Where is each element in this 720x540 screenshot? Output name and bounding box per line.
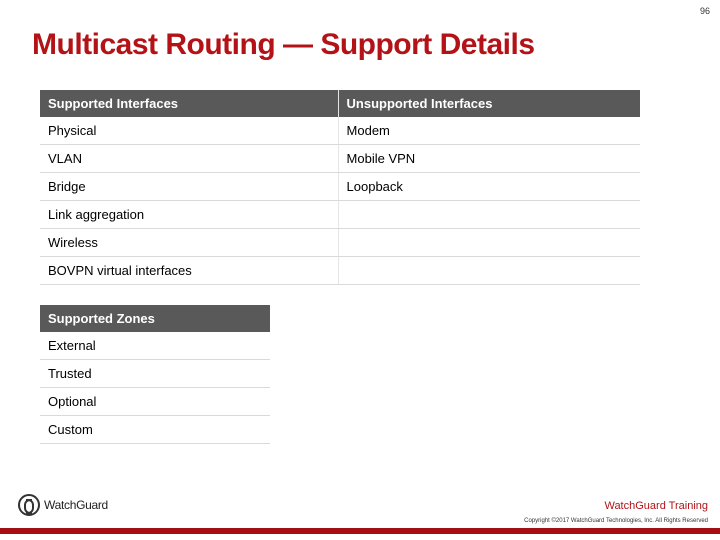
page-title: Multicast Routing — Support Details	[32, 28, 535, 62]
cell	[338, 257, 640, 285]
table-row: Bridge Loopback	[40, 173, 640, 201]
logo: WatchGuard	[18, 494, 108, 516]
cell: Link aggregation	[40, 201, 338, 229]
cell: Wireless	[40, 229, 338, 257]
col-header-zones: Supported Zones	[40, 305, 270, 332]
page-number: 96	[700, 6, 710, 16]
cell: Bridge	[40, 173, 338, 201]
table-row: Link aggregation	[40, 201, 640, 229]
interfaces-table: Supported Interfaces Unsupported Interfa…	[40, 90, 640, 285]
cell	[338, 229, 640, 257]
table-header-row: Supported Interfaces Unsupported Interfa…	[40, 90, 640, 117]
table-header-row: Supported Zones	[40, 305, 270, 332]
cell: VLAN	[40, 145, 338, 173]
col-header-supported: Supported Interfaces	[40, 90, 338, 117]
zones-table: Supported Zones External Trusted Optiona…	[40, 305, 270, 444]
cell: Custom	[40, 416, 270, 444]
cell: Optional	[40, 388, 270, 416]
table-row: BOVPN virtual interfaces	[40, 257, 640, 285]
table-row: Trusted	[40, 360, 270, 388]
logo-text: WatchGuard	[44, 498, 108, 512]
cell: Mobile VPN	[338, 145, 640, 173]
content-area: Supported Interfaces Unsupported Interfa…	[40, 90, 680, 444]
cell: BOVPN virtual interfaces	[40, 257, 338, 285]
cell: Modem	[338, 117, 640, 145]
cell: Trusted	[40, 360, 270, 388]
table-row: External	[40, 332, 270, 360]
cell: Physical	[40, 117, 338, 145]
watchguard-logo-icon	[18, 494, 40, 516]
copyright-text: Copyright ©2017 WatchGuard Technologies,…	[524, 518, 708, 524]
table-row: Physical Modem	[40, 117, 640, 145]
cell	[338, 201, 640, 229]
table-row: Wireless	[40, 229, 640, 257]
table-row: Custom	[40, 416, 270, 444]
table-row: VLAN Mobile VPN	[40, 145, 640, 173]
col-header-unsupported: Unsupported Interfaces	[338, 90, 640, 117]
training-label: WatchGuard Training	[604, 500, 708, 512]
table-row: Optional	[40, 388, 270, 416]
footer-accent-bar	[0, 528, 720, 534]
cell: External	[40, 332, 270, 360]
cell: Loopback	[338, 173, 640, 201]
